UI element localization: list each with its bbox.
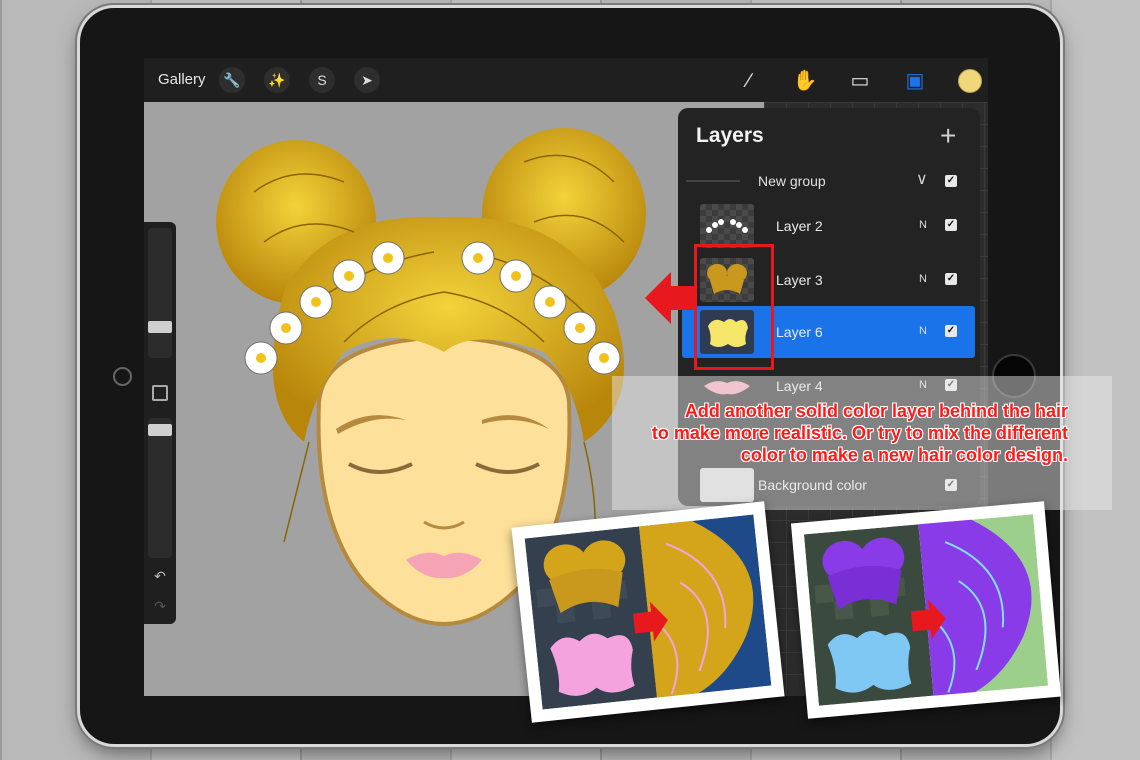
layers-title: Layers — [696, 124, 764, 147]
blend-mode-button[interactable]: N — [919, 273, 927, 285]
brush-size-thumb[interactable] — [148, 321, 172, 333]
move-arrow-icon[interactable]: ➤ — [354, 67, 380, 93]
example-photo-purple — [790, 501, 1062, 719]
red-arrow-icon — [645, 272, 695, 324]
group-visibility-checkbox[interactable]: ✓ — [945, 175, 957, 187]
modify-button[interactable] — [152, 385, 168, 401]
instruction-line: to make more realistic. Or try to mix th… — [651, 423, 1068, 443]
color-swatch-icon[interactable] — [958, 69, 982, 93]
side-slider-bar: ↶ ↷ — [144, 222, 176, 624]
instruction-text: Add another solid color layer behind the… — [548, 400, 1068, 466]
smudge-icon[interactable]: ✋ — [792, 68, 818, 94]
opacity-thumb[interactable] — [148, 424, 172, 436]
layer-visibility-checkbox[interactable]: ✓ — [945, 325, 957, 337]
group-thumbnail — [686, 180, 740, 182]
redo-icon[interactable]: ↷ — [144, 598, 176, 615]
instruction-line: Add another solid color layer behind the… — [684, 401, 1068, 421]
layer-thumbnail — [700, 204, 754, 248]
layer-highlight-box — [694, 244, 774, 370]
layer-group-row[interactable]: New group ∨ ✓ — [678, 164, 980, 198]
blend-mode-button[interactable]: N — [919, 219, 927, 231]
add-layer-button[interactable]: + — [940, 120, 956, 152]
magic-wand-icon[interactable]: ✨ — [264, 67, 290, 93]
opacity-slider[interactable] — [148, 418, 172, 558]
layers-icon[interactable]: ▣ — [902, 68, 928, 94]
gallery-button[interactable]: Gallery — [158, 71, 206, 88]
brush-icon[interactable]: ∕ — [736, 68, 762, 94]
wrench-icon[interactable]: 🔧 — [219, 67, 245, 93]
layer-visibility-checkbox[interactable]: ✓ — [945, 273, 957, 285]
layer-visibility-checkbox[interactable]: ✓ — [945, 219, 957, 231]
eraser-icon[interactable]: ▭ — [847, 68, 873, 94]
layer-label: Layer 3 — [776, 272, 823, 288]
undo-icon[interactable]: ↶ — [144, 568, 176, 585]
instruction-line: color to make a new hair color design. — [740, 445, 1068, 465]
layer-label: Layer 2 — [776, 218, 823, 234]
top-toolbar: Gallery 🔧 ✨ S ➤ ∕ ✋ ▭ ▣ — [144, 58, 988, 102]
blend-mode-button[interactable]: N — [919, 325, 927, 337]
chevron-down-icon[interactable]: ∨ — [916, 169, 928, 189]
camera-icon — [113, 367, 132, 386]
group-label: New group — [758, 173, 826, 189]
layer-label: Layer 6 — [776, 324, 823, 340]
selection-icon[interactable]: S — [309, 67, 335, 93]
brush-size-slider[interactable] — [148, 228, 172, 358]
example-photo-gold — [511, 501, 785, 723]
